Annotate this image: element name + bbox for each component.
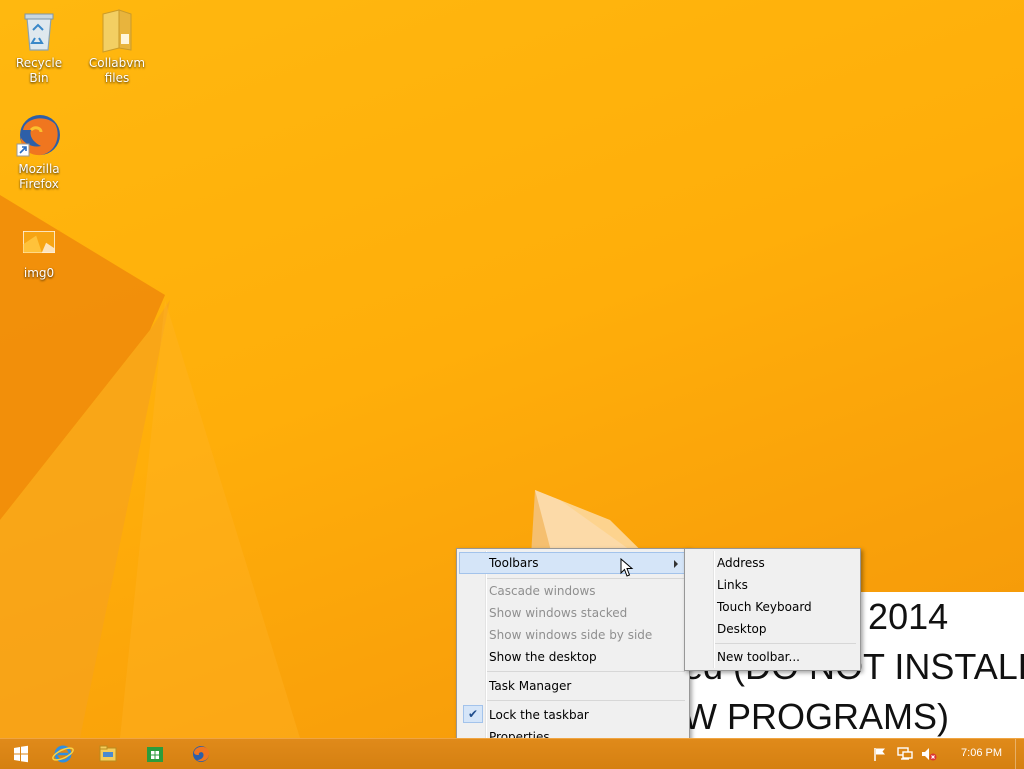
folder-icon [102,9,132,53]
file-explorer-icon [99,745,117,762]
desktop-icon-label: Mozilla Firefox [18,162,60,191]
menu-item-task-manager[interactable]: Task Manager [459,675,687,697]
submenu-item-desktop[interactable]: Desktop [687,618,858,640]
menu-item-show-windows-stacked[interactable]: Show windows stacked [459,602,687,624]
menu-item-label: Touch Keyboard [717,600,812,614]
desktop-icon-collabvm-files[interactable]: Collabvm files [84,6,150,86]
desktop-icon-label: Collabvm files [88,56,146,85]
menu-separator [487,700,685,701]
submenu-item-address[interactable]: Address [687,552,858,574]
menu-item-label: New toolbar... [717,650,800,664]
menu-item-label: Show windows stacked [489,606,628,620]
start-button[interactable] [6,742,36,766]
menu-item-label: Task Manager [489,679,572,693]
menu-item-label: Toolbars [489,556,539,570]
toolbars-submenu: Address Links Touch Keyboard Desktop New… [684,548,861,671]
menu-item-cascade-windows[interactable]: Cascade windows [459,580,687,602]
image-file-icon [23,231,55,254]
menu-separator [487,671,685,672]
menu-separator [487,578,685,579]
network-icon[interactable] [896,746,914,762]
menu-item-label: Show windows side by side [489,628,653,642]
menu-item-label: Lock the taskbar [489,708,589,722]
menu-item-lock-the-taskbar[interactable]: ✔ Lock the taskbar [459,704,687,726]
taskbar[interactable]: 7:06 PM [0,738,1024,769]
store-icon [147,747,163,762]
submenu-item-new-toolbar[interactable]: New toolbar... [687,646,858,668]
checkmark-icon: ✔ [463,705,483,723]
menu-item-label: Links [717,578,748,592]
desktop-icon-label: Recycle Bin [15,56,63,85]
volume-muted-icon[interactable] [920,746,938,762]
menu-item-label: Cascade windows [489,584,596,598]
taskbar-firefox[interactable] [186,742,216,766]
desktop-icon-recycle-bin[interactable]: Recycle Bin [6,6,72,86]
mouse-cursor-icon [620,558,634,577]
submenu-arrow-icon [674,560,678,568]
desktop-icon-mozilla-firefox[interactable]: Mozilla Firefox [6,112,72,192]
menu-separator [715,643,856,644]
submenu-item-touch-keyboard[interactable]: Touch Keyboard [687,596,858,618]
internet-explorer-icon [52,745,74,763]
taskbar-context-menu: Toolbars Cascade windows Show windows st… [456,548,690,751]
show-desktop-button[interactable] [1015,739,1024,769]
recycle-bin-icon [24,13,54,51]
firefox-icon [16,115,60,157]
taskbar-file-explorer[interactable] [93,742,123,766]
taskbar-internet-explorer[interactable] [48,742,78,766]
menu-item-label: Address [717,556,765,570]
banner-line-3: W PROGRAMS) [683,696,949,737]
menu-item-show-windows-side-by-side[interactable]: Show windows side by side [459,624,687,646]
action-center-flag-icon[interactable] [872,746,888,762]
taskbar-store[interactable] [140,742,170,766]
menu-item-show-the-desktop[interactable]: Show the desktop [459,646,687,668]
desktop-icon-label: img0 [23,266,55,280]
menu-item-toolbars[interactable]: Toolbars [459,552,687,574]
start-icon [14,745,28,763]
desktop-icon-img0[interactable]: img0 [6,230,72,281]
firefox-icon [193,746,210,762]
taskbar-clock[interactable]: 7:06 PM [961,747,1002,759]
menu-item-label: Desktop [717,622,767,636]
menu-item-label: Show the desktop [489,650,597,664]
submenu-item-links[interactable]: Links [687,574,858,596]
system-tray [868,739,948,769]
